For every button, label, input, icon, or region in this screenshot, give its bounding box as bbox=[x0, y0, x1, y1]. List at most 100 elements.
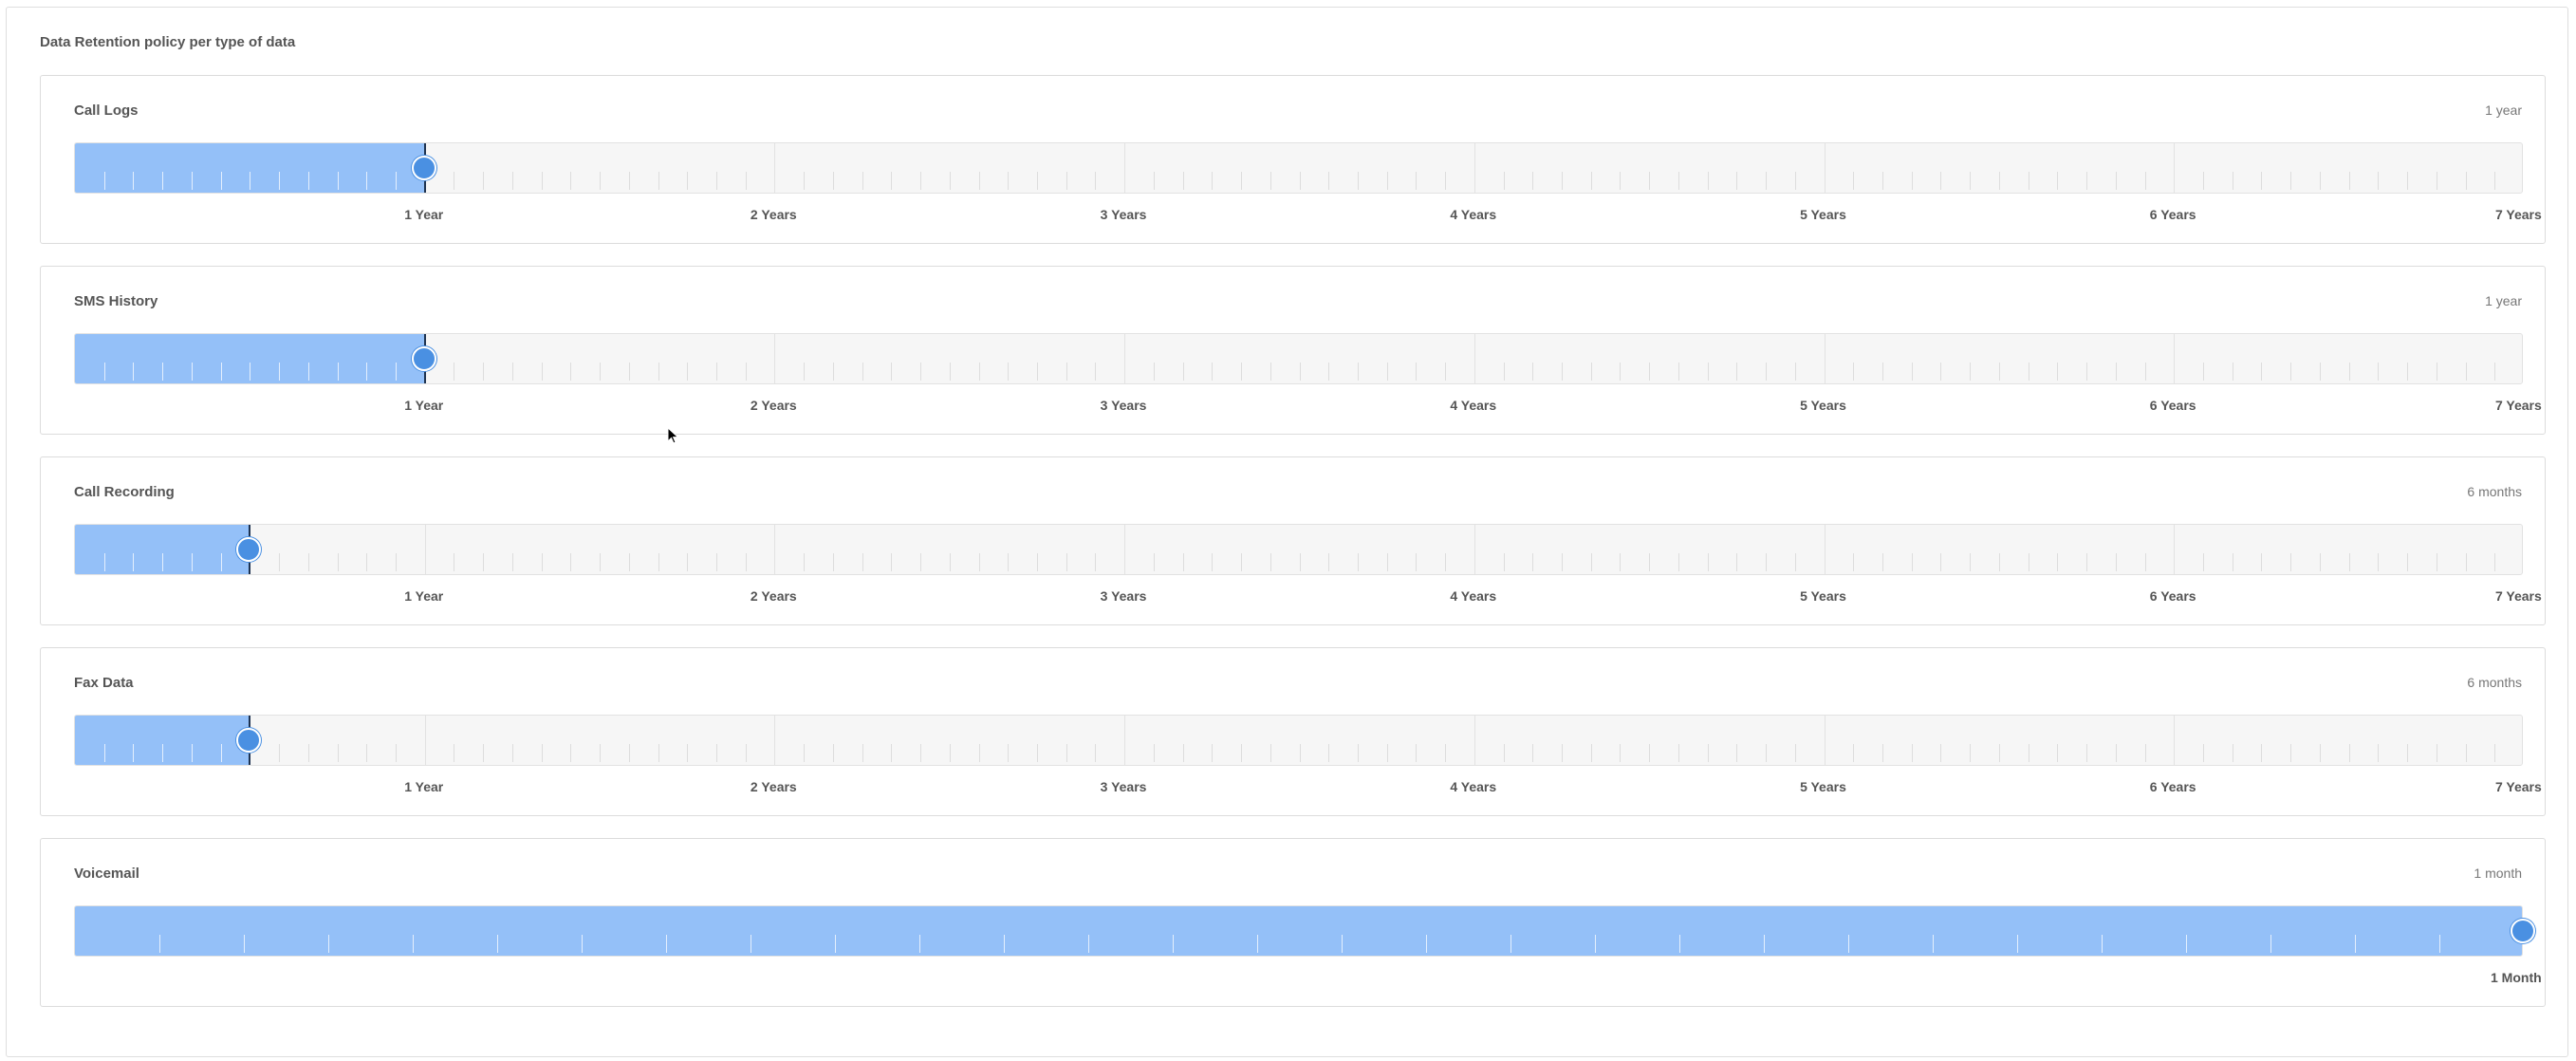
major-tick bbox=[1474, 334, 1475, 383]
minor-tick bbox=[2290, 744, 2291, 762]
minor-tick bbox=[920, 744, 921, 762]
scale-label: 3 Years bbox=[1100, 398, 1147, 413]
minor-tick bbox=[1933, 935, 1934, 953]
minor-tick bbox=[1241, 744, 1242, 762]
minor-tick bbox=[2145, 553, 2146, 571]
minor-tick bbox=[2407, 172, 2408, 190]
minor-tick bbox=[279, 553, 280, 571]
minor-tick bbox=[2494, 172, 2495, 190]
minor-tick bbox=[1736, 744, 1737, 762]
voicemail-slider-track[interactable] bbox=[74, 905, 2523, 957]
slider-label: Call Recording bbox=[74, 484, 175, 500]
minor-tick bbox=[2057, 553, 2058, 571]
slider-fill bbox=[75, 906, 2522, 956]
minor-tick bbox=[1212, 363, 1213, 381]
minor-tick bbox=[746, 363, 747, 381]
minor-tick bbox=[2494, 363, 2495, 381]
major-tick bbox=[1474, 716, 1475, 765]
minor-tick bbox=[979, 553, 980, 571]
minor-tick bbox=[1445, 363, 1446, 381]
minor-tick bbox=[2261, 363, 2262, 381]
minor-tick bbox=[1504, 553, 1505, 571]
minor-tick bbox=[1037, 553, 1038, 571]
minor-tick bbox=[629, 744, 630, 762]
minor-tick bbox=[133, 553, 134, 571]
minor-tick bbox=[1649, 744, 1650, 762]
minor-tick bbox=[366, 744, 367, 762]
minor-tick bbox=[658, 172, 659, 190]
minor-tick bbox=[1882, 553, 1883, 571]
minor-tick bbox=[2102, 935, 2103, 953]
minor-tick bbox=[1358, 172, 1359, 190]
minor-tick bbox=[1591, 744, 1592, 762]
minor-tick bbox=[2203, 744, 2204, 762]
scale-label: 4 Years bbox=[1450, 779, 1497, 794]
minor-tick bbox=[1795, 553, 1796, 571]
minor-tick bbox=[833, 363, 834, 381]
slider-handle[interactable] bbox=[2511, 919, 2535, 943]
minor-tick bbox=[1088, 935, 1089, 953]
minor-tick bbox=[2145, 363, 2146, 381]
minor-tick bbox=[413, 935, 414, 953]
card-fax-data: Fax Data 6 months 1 Year 2 Years 3 Years 4 … bbox=[40, 647, 2546, 816]
minor-tick bbox=[104, 172, 105, 190]
minor-tick bbox=[2145, 744, 2146, 762]
minor-tick bbox=[2320, 363, 2321, 381]
minor-tick bbox=[1183, 172, 1184, 190]
slider-handle[interactable] bbox=[412, 346, 436, 371]
call-recording-slider-track[interactable] bbox=[74, 524, 2523, 575]
call-logs-slider-track[interactable] bbox=[74, 142, 2523, 194]
slider-handle[interactable] bbox=[236, 537, 261, 562]
sms-history-slider-track[interactable] bbox=[74, 333, 2523, 384]
minor-tick bbox=[2378, 172, 2379, 190]
fax-data-slider-track[interactable] bbox=[74, 715, 2523, 766]
slider-handle[interactable] bbox=[412, 156, 436, 180]
minor-tick bbox=[1591, 553, 1592, 571]
minor-tick bbox=[2261, 553, 2262, 571]
minor-tick bbox=[629, 363, 630, 381]
minor-tick bbox=[1562, 744, 1563, 762]
minor-tick bbox=[2407, 744, 2408, 762]
minor-tick bbox=[687, 363, 688, 381]
minor-tick bbox=[1736, 363, 1737, 381]
minor-tick bbox=[833, 744, 834, 762]
minor-tick bbox=[2057, 363, 2058, 381]
slider-label: SMS History bbox=[74, 293, 158, 309]
minor-tick bbox=[1416, 744, 1417, 762]
minor-tick bbox=[1678, 172, 1679, 190]
minor-tick bbox=[1853, 553, 1854, 571]
minor-tick bbox=[687, 553, 688, 571]
minor-tick bbox=[192, 172, 193, 190]
minor-tick bbox=[1999, 172, 2000, 190]
minor-tick bbox=[133, 363, 134, 381]
minor-tick bbox=[629, 172, 630, 190]
minor-tick bbox=[328, 935, 329, 953]
scale-label: 6 Years bbox=[2149, 207, 2196, 222]
minor-tick bbox=[1257, 935, 1258, 953]
minor-tick bbox=[366, 363, 367, 381]
minor-tick bbox=[1504, 363, 1505, 381]
minor-tick bbox=[133, 744, 134, 762]
minor-tick bbox=[979, 363, 980, 381]
minor-tick bbox=[483, 172, 484, 190]
minor-tick bbox=[1445, 744, 1446, 762]
minor-tick bbox=[1940, 553, 1941, 571]
scale-label: 5 Years bbox=[1800, 779, 1846, 794]
minor-tick bbox=[221, 172, 222, 190]
minor-tick bbox=[1595, 935, 1596, 953]
minor-tick bbox=[2116, 744, 2117, 762]
scale-label: 1 Year bbox=[404, 207, 444, 222]
minor-tick bbox=[1270, 553, 1271, 571]
minor-tick bbox=[1416, 553, 1417, 571]
slider-handle[interactable] bbox=[236, 728, 261, 753]
minor-tick bbox=[1154, 363, 1155, 381]
major-tick bbox=[1474, 143, 1475, 193]
minor-tick bbox=[1532, 744, 1533, 762]
minor-tick bbox=[600, 363, 601, 381]
mouse-cursor-icon bbox=[667, 427, 679, 444]
major-tick bbox=[1474, 525, 1475, 574]
major-tick bbox=[1124, 143, 1125, 193]
minor-tick bbox=[862, 363, 863, 381]
major-tick bbox=[1124, 716, 1125, 765]
minor-tick bbox=[1766, 744, 1767, 762]
